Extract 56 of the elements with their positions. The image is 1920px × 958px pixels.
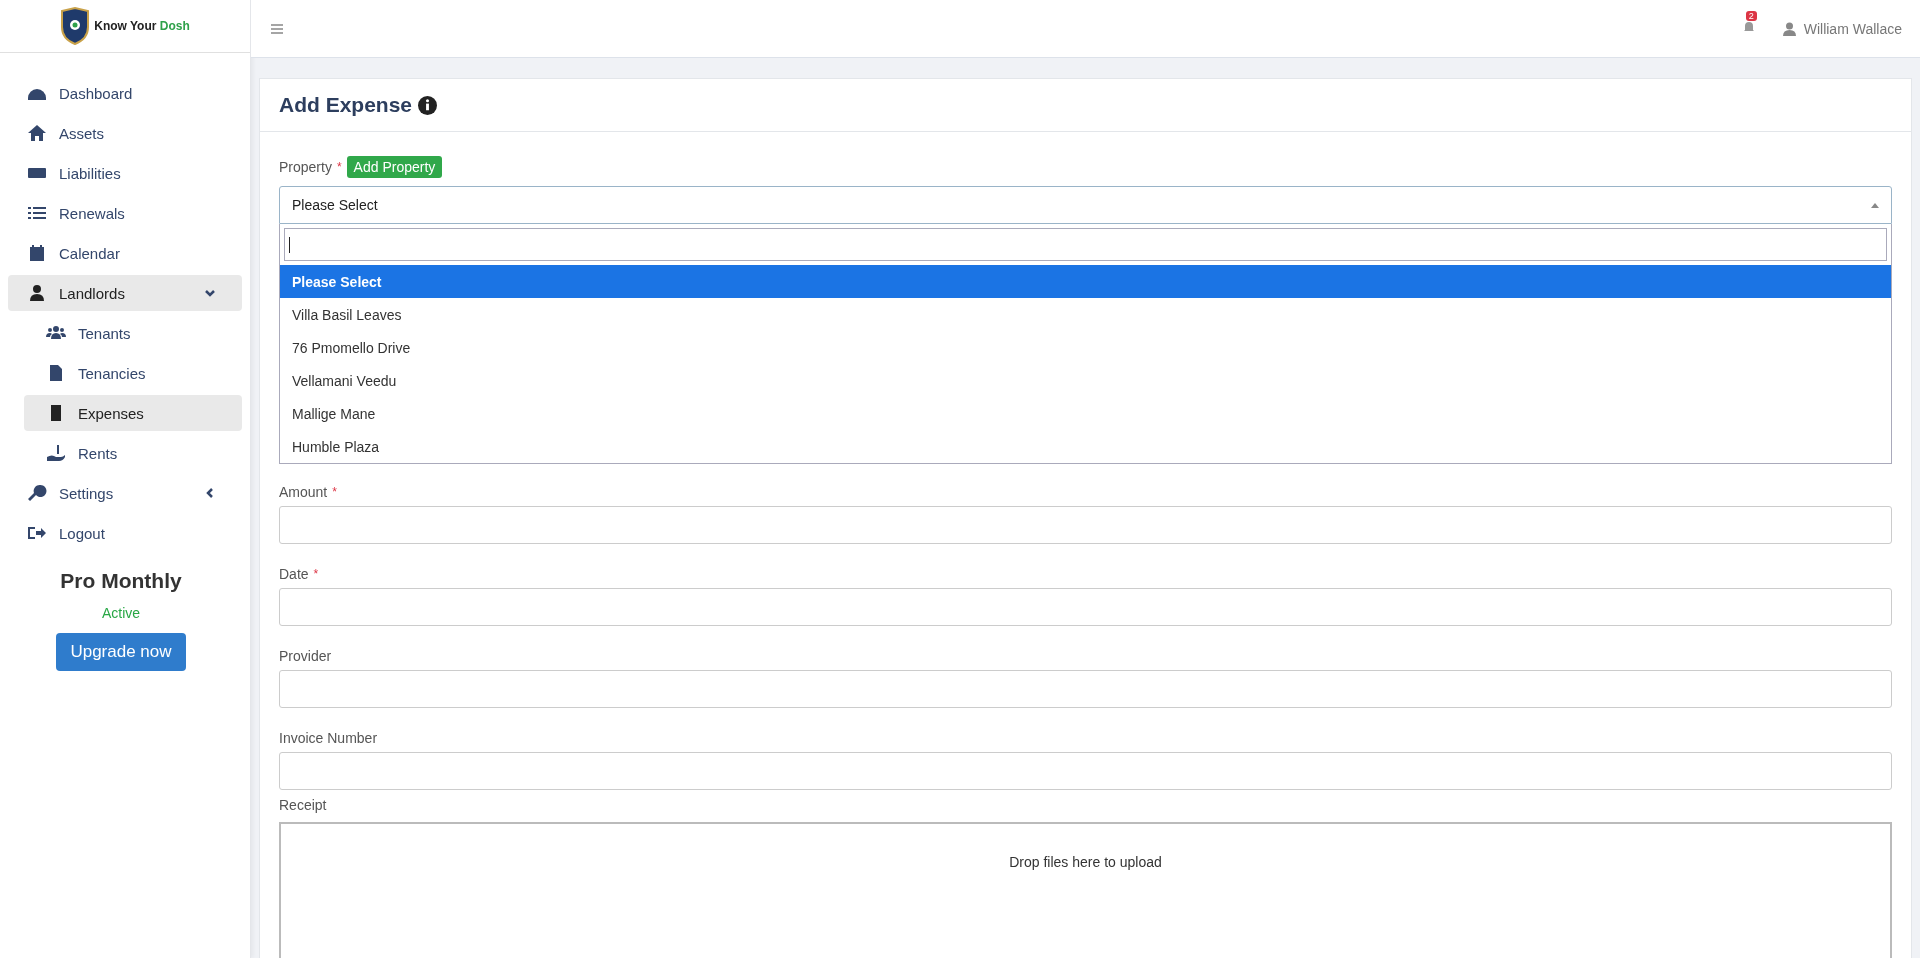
input-field[interactable] xyxy=(279,670,1892,708)
plan-name: Pro Monthly xyxy=(60,569,182,593)
calendar-icon xyxy=(27,244,47,262)
sidebar-item[interactable]: Dashboard xyxy=(8,75,242,111)
sidebar-subitem[interactable]: Tenants xyxy=(24,315,242,351)
sidebar-subitem[interactable]: Rents xyxy=(24,435,242,471)
page-title: Add Expense xyxy=(279,93,413,117)
property-select[interactable]: Please Select xyxy=(279,186,1892,224)
chevron-icon xyxy=(204,487,216,499)
caret-icon xyxy=(1871,202,1879,208)
dropdown-option[interactable]: Villa Basil Leaves xyxy=(280,298,1891,331)
required-mark: * xyxy=(313,567,319,581)
field-label: Amount xyxy=(279,484,328,500)
field-label: Property xyxy=(279,159,332,175)
required-mark: * xyxy=(336,160,342,174)
input-field[interactable] xyxy=(279,506,1892,544)
input-field[interactable] xyxy=(279,752,1892,790)
field-label: Date xyxy=(279,566,309,582)
menu-icon[interactable] xyxy=(271,23,283,34)
user-name[interactable]: William Wallace xyxy=(1803,20,1902,37)
house-icon xyxy=(27,124,47,142)
user-icon xyxy=(1782,21,1796,36)
search-field[interactable] xyxy=(284,228,1887,261)
brand-name: Know Your Dosh xyxy=(94,19,190,33)
hand-icon xyxy=(46,444,66,462)
user-icon xyxy=(27,284,47,302)
dropdown-option[interactable]: Vellamani Veedu xyxy=(280,364,1891,397)
plan-status: Active xyxy=(101,605,141,621)
users-icon xyxy=(46,324,66,342)
sidebar-subitem[interactable]: Expenses xyxy=(24,395,242,431)
dropdown-option[interactable]: Please Select xyxy=(280,265,1891,298)
sidebar-item[interactable]: Liabilities xyxy=(8,155,242,191)
logout-icon xyxy=(27,524,47,542)
field-label: Receipt xyxy=(279,797,327,813)
shield-logo-icon xyxy=(60,7,91,45)
sidebar-subitem[interactable]: Tenancies xyxy=(24,355,242,391)
input-field[interactable] xyxy=(279,588,1892,626)
dropdown-option[interactable]: Humble Plaza xyxy=(280,430,1891,463)
field-label: Provider xyxy=(279,648,332,664)
info-icon[interactable] xyxy=(418,95,438,115)
dropdown-option[interactable]: Mallige Mane xyxy=(280,397,1891,430)
sidebar-item[interactable]: Landlords xyxy=(8,275,242,311)
sidebar-item[interactable]: Assets xyxy=(8,115,242,151)
sidebar-item[interactable]: Calendar xyxy=(8,235,242,271)
sidebar-item[interactable]: Settings xyxy=(8,475,242,511)
sidebar-item[interactable]: Renewals xyxy=(8,195,242,231)
bell-icon[interactable] xyxy=(1742,19,1755,34)
required-mark: * xyxy=(332,485,337,499)
chevron-icon xyxy=(204,287,216,299)
file-dropzone[interactable]: Drop files here to upload xyxy=(279,822,1892,958)
sidebar-item[interactable]: Logout xyxy=(8,515,242,551)
notification-count: 2 xyxy=(1745,10,1757,21)
field-label: Invoice Number xyxy=(279,730,378,746)
dropdown-option[interactable]: 76 Pmomello Drive xyxy=(280,331,1891,364)
upgrade-button[interactable]: Upgrade now xyxy=(56,633,186,671)
list-icon xyxy=(27,204,47,222)
